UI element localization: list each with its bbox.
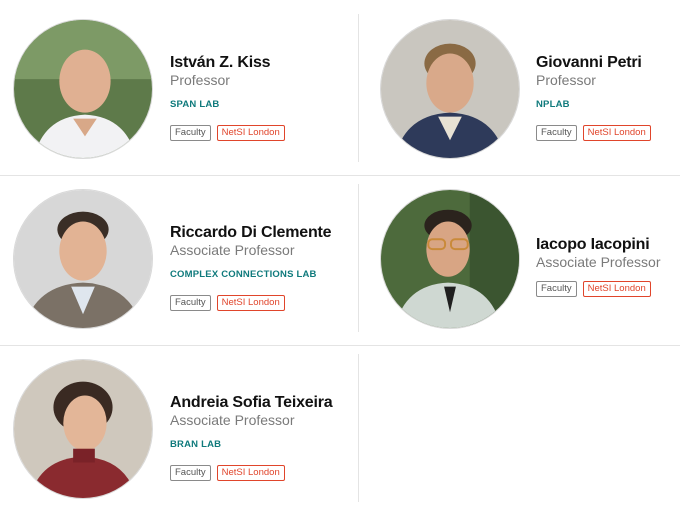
location-tag[interactable]: NetSI London bbox=[582, 125, 651, 141]
person-lab[interactable]: COMPLEX CONNECTIONS LAB bbox=[170, 269, 331, 281]
person-photo[interactable] bbox=[13, 19, 153, 159]
row-divider bbox=[0, 175, 680, 176]
location-tag[interactable]: NetSI London bbox=[216, 465, 285, 481]
person-name[interactable]: Riccardo Di Clemente bbox=[170, 223, 332, 242]
column-divider bbox=[358, 354, 359, 502]
person-lab[interactable]: NPLAB bbox=[536, 99, 651, 111]
person-card[interactable]: Giovanni Petri Professor NPLAB Faculty N… bbox=[340, 3, 680, 173]
column-divider bbox=[358, 14, 359, 162]
tag-list: Faculty NetSI London bbox=[170, 295, 331, 311]
person-photo[interactable] bbox=[13, 189, 153, 329]
person-role: Professor bbox=[170, 72, 230, 88]
person-role: Associate Professor bbox=[170, 242, 295, 258]
faculty-tag[interactable]: Faculty bbox=[536, 281, 577, 297]
person-photo[interactable] bbox=[380, 189, 520, 329]
person-lab[interactable]: BRAN LAB bbox=[170, 439, 332, 451]
people-grid: István Z. Kiss Professor SPAN LAB Facult… bbox=[0, 0, 680, 506]
person-card[interactable]: István Z. Kiss Professor SPAN LAB Facult… bbox=[0, 3, 340, 173]
person-name[interactable]: Iacopo Iacopini bbox=[536, 235, 661, 254]
faculty-tag[interactable]: Faculty bbox=[170, 125, 211, 141]
tag-list: Faculty NetSI London bbox=[536, 281, 661, 297]
person-photo[interactable] bbox=[380, 19, 520, 159]
person-lab[interactable]: SPAN LAB bbox=[170, 99, 285, 111]
person-photo[interactable] bbox=[13, 359, 153, 499]
location-tag[interactable]: NetSI London bbox=[216, 295, 285, 311]
column-divider bbox=[358, 184, 359, 332]
tag-list: Faculty NetSI London bbox=[536, 125, 651, 141]
person-card[interactable]: Andreia Sofia Teixeira Associate Profess… bbox=[0, 343, 340, 513]
tag-list: Faculty NetSI London bbox=[170, 465, 332, 481]
location-tag[interactable]: NetSI London bbox=[216, 125, 285, 141]
faculty-tag[interactable]: Faculty bbox=[170, 465, 211, 481]
person-role: Associate Professor bbox=[536, 254, 661, 270]
faculty-tag[interactable]: Faculty bbox=[536, 125, 577, 141]
person-name[interactable]: Andreia Sofia Teixeira bbox=[170, 393, 333, 412]
person-card[interactable]: Iacopo Iacopini Associate Professor Facu… bbox=[340, 173, 680, 343]
person-name[interactable]: István Z. Kiss bbox=[170, 53, 285, 72]
person-role: Associate Professor bbox=[170, 412, 295, 428]
faculty-tag[interactable]: Faculty bbox=[170, 295, 211, 311]
location-tag[interactable]: NetSI London bbox=[582, 281, 651, 297]
row-divider bbox=[0, 345, 680, 346]
tag-list: Faculty NetSI London bbox=[170, 125, 285, 141]
person-role: Professor bbox=[536, 72, 596, 88]
person-name[interactable]: Giovanni Petri bbox=[536, 53, 651, 72]
person-card[interactable]: Riccardo Di Clemente Associate Professor… bbox=[0, 173, 340, 343]
